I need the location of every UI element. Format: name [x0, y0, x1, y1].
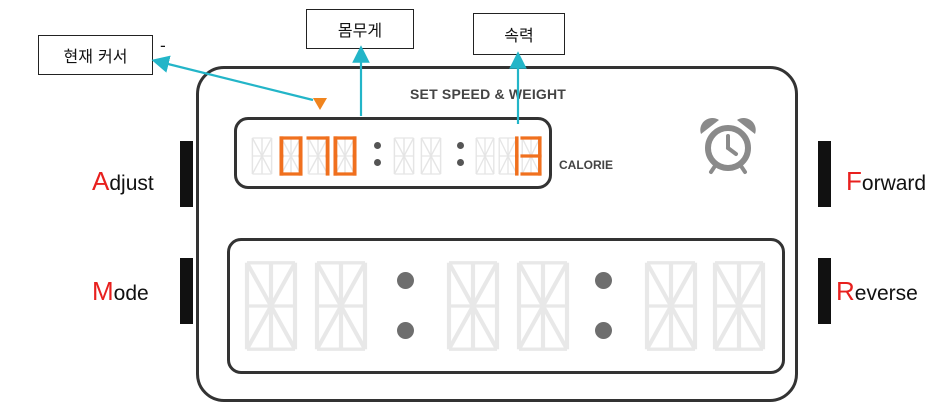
cursor-arrow: [151, 55, 314, 102]
cursor-triangle-icon: [313, 98, 327, 110]
callout-arrows: [151, 45, 527, 124]
